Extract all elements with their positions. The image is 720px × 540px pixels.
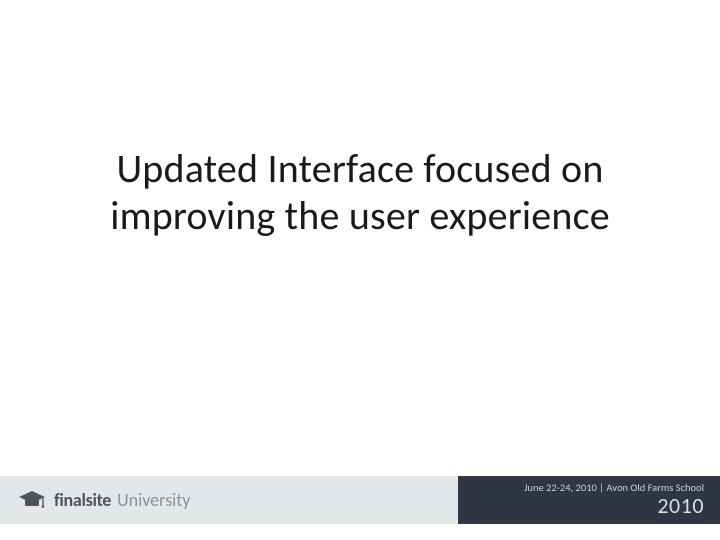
footer-band: finalsite University June 22-24, 2010 | … [0, 476, 720, 524]
title-line-1: Updated Interface focused on [0, 145, 720, 192]
event-year: 2010 [657, 495, 704, 517]
title-line-2: improving the user experience [0, 192, 720, 239]
slide: Updated Interface focused on improving t… [0, 0, 720, 540]
brand-name-light: University [117, 489, 190, 511]
footer-left: finalsite University [0, 476, 458, 524]
brand-text: finalsite University [54, 489, 190, 511]
brand-mark: finalsite University [18, 489, 190, 511]
bottom-margin [0, 524, 720, 540]
slide-title: Updated Interface focused on improving t… [0, 145, 720, 239]
mortarboard-icon [18, 490, 46, 510]
brand-name-strong: finalsite [54, 489, 111, 511]
footer-right: June 22-24, 2010 | Avon Old Farms School… [458, 476, 720, 524]
